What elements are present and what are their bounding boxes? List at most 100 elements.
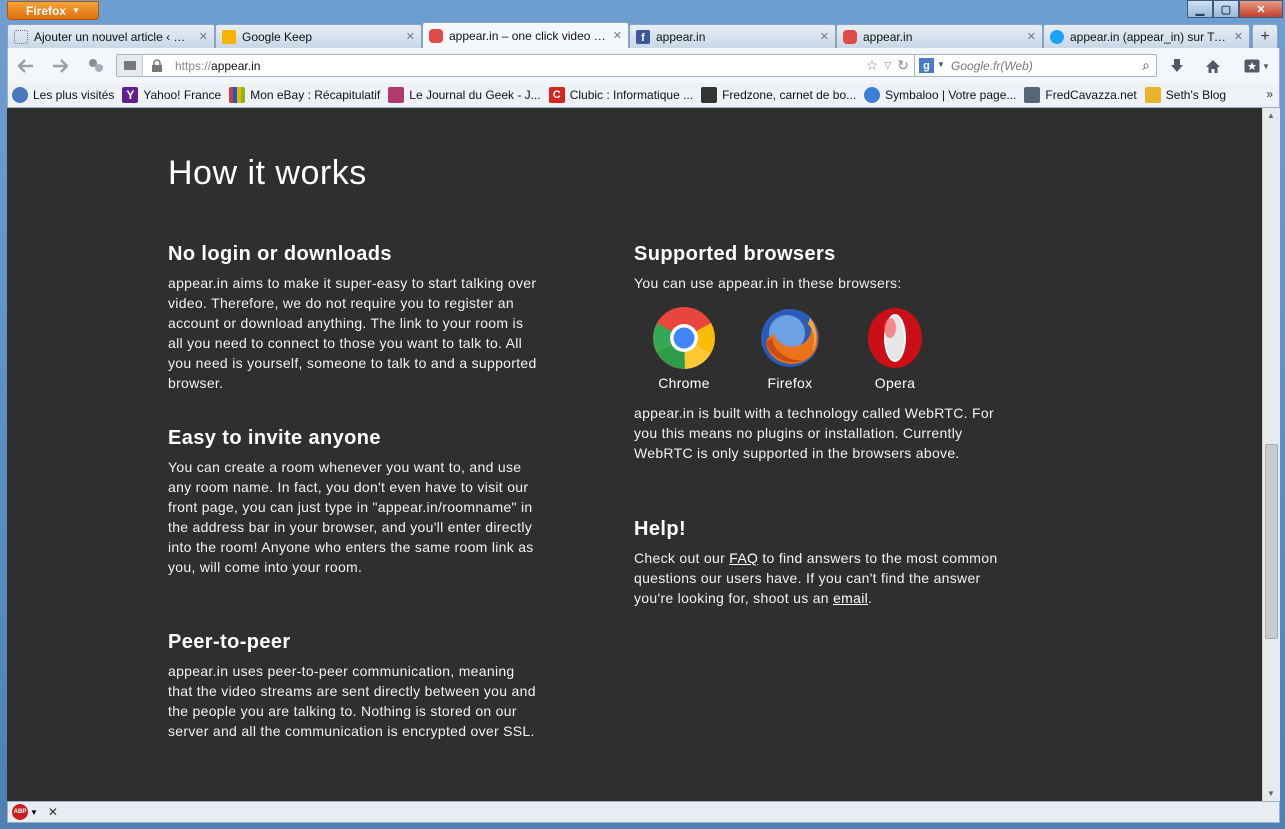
journal-du-geek-icon [388,87,405,103]
section-no-login: No login or downloads appear.in aims to … [168,243,540,393]
section-easy-invite: Easy to invite anyone You can create a r… [168,427,540,577]
scroll-up-arrow-icon[interactable]: ▲ [1267,111,1275,120]
facebook-icon: f [636,29,650,44]
section-body: appear.in is built with a technology cal… [634,405,994,461]
browser-firefox: Firefox [745,306,835,391]
section-heading: Peer-to-peer [168,631,291,653]
tab-close-icon[interactable]: ✕ [1027,30,1036,43]
google-engine-icon[interactable]: g [919,58,934,73]
bookmark-label: Symbaloo | Votre page... [885,88,1017,102]
downloads-button[interactable] [1166,56,1188,76]
bookmark-symbaloo[interactable]: Symbaloo | Votre page... [860,87,1020,103]
close-window-button[interactable]: ✕ [1239,0,1283,18]
tab-close-icon[interactable]: ✕ [613,29,622,42]
tab-appear-in-facebook[interactable]: f appear.in ✕ [629,24,836,48]
reload-icon[interactable]: ↻ [897,57,909,74]
yahoo-icon: Y [122,87,139,103]
star-bookmark-icon[interactable]: ☆ [866,57,879,74]
page-content: How it works No login or downloads appea… [7,108,1262,801]
bookmarks-menu-button[interactable]: ▼ [1240,56,1274,76]
section-help: Help! Check out our FAQ to find answers … [634,518,1014,608]
tab-label: appear.in – one click video c... [449,28,607,43]
tab-label: appear.in [863,29,913,44]
fredzone-icon [701,87,718,103]
search-bar[interactable]: g ▼ Google.fr(Web) ⌕ [914,54,1157,77]
tab-close-icon[interactable]: ✕ [199,30,208,43]
section-body: You can create a room whenever you want … [168,459,534,575]
tab-close-icon[interactable]: ✕ [1234,30,1243,43]
bookmark-fredcavazza[interactable]: FredCavazza.net [1020,87,1140,103]
clubic-icon: C [548,87,565,103]
engine-caret-icon[interactable]: ▼ [937,60,945,69]
tab-appear-in-2[interactable]: appear.in ✕ [836,24,1043,48]
home-button[interactable] [1202,56,1224,76]
help-text-3: . [868,590,873,606]
navigation-toolbar: https://appear.in ☆ ▽ ↻ g ▼ Google.fr(We… [7,48,1280,83]
section-body: Check out our FAQ to find answers to the… [634,548,1014,608]
maximize-button[interactable]: ▢ [1213,0,1239,18]
forward-button[interactable] [50,56,70,76]
section-intro: You can use appear.in in these browsers: [634,275,902,291]
bookmark-mon-ebay[interactable]: Mon eBay : Récapitulatif [225,87,384,103]
bookmark-fredzone[interactable]: Fredzone, carnet de bo... [697,87,860,103]
firefox-menu-button[interactable]: Firefox ▼ [7,1,99,20]
tab-label: appear.in (appear_in) sur Twi... [1070,29,1228,44]
firefox-icon [761,309,819,367]
bookmark-label: Les plus visités [33,88,115,102]
firefox-menu-label: Firefox [26,3,67,18]
search-icon[interactable]: ⌕ [1142,57,1150,74]
bookmark-seths-blog[interactable]: Seth's Blog [1141,87,1230,103]
adblock-plus-button[interactable]: ABP ▼ [12,804,38,820]
lock-icon [152,59,162,72]
scroll-down-arrow-icon[interactable]: ▼ [1267,789,1275,798]
section-heading: Help! [634,518,686,540]
identity-icon [124,61,136,70]
bookmark-les-plus-visites[interactable]: Les plus visités [8,87,118,103]
bookmark-label: Clubic : Informatique ... [569,88,694,102]
site-identity-button[interactable] [117,55,143,76]
bookmark-clubic[interactable]: C Clubic : Informatique ... [545,87,697,103]
url-history-dropdown-icon[interactable]: ▽ [884,57,891,74]
tab-google-keep[interactable]: Google Keep ✕ [215,24,422,48]
vertical-scrollbar[interactable]: ▲ ▼ [1262,108,1280,801]
address-bar[interactable]: https://appear.in ☆ ▽ ↻ [116,54,916,77]
addon-button[interactable] [86,56,106,76]
bookmark-label: Le Journal du Geek - J... [409,88,541,102]
bookmark-journal-du-geek[interactable]: Le Journal du Geek - J... [384,87,544,103]
adblock-plus-icon: ABP [12,804,28,820]
back-button[interactable] [16,56,36,76]
tab-appear-in-active[interactable]: appear.in – one click video c... ✕ [422,22,629,48]
bookmarks-overflow-chevron-icon[interactable]: » [1266,87,1273,101]
bookmark-label: Seth's Blog [1165,88,1227,102]
tab-twitter[interactable]: appear.in (appear_in) sur Twi... ✕ [1043,24,1250,48]
close-addon-bar-icon[interactable]: ✕ [48,805,58,819]
home-icon [1206,59,1220,73]
tab-close-icon[interactable]: ✕ [406,30,415,43]
help-text-1: Check out our [634,550,730,566]
tab-close-icon[interactable]: ✕ [820,30,829,43]
minimize-button[interactable]: ▁ [1187,0,1213,18]
section-peer-to-peer: Peer-to-peer appear.in uses peer-to-peer… [168,631,540,741]
chevron-down-icon: ▼ [30,807,38,817]
browser-opera: Opera [850,306,940,391]
appear-in-icon [843,29,857,44]
section-body: appear.in aims to make it super-easy to … [168,275,537,391]
browser-chrome: Chrome [639,306,729,391]
bookmark-label: Yahoo! France [143,88,222,102]
seths-blog-icon [1144,87,1161,103]
browser-label: Chrome [658,375,710,391]
faq-link[interactable]: FAQ [729,550,758,566]
chevron-down-icon: ▼ [1262,61,1270,71]
title-bar: Firefox ▼ ▁ ▢ ✕ [0,0,1285,22]
tab-strip: Ajouter un nouvel article ‹ XY... ✕ Goog… [7,22,1280,48]
section-supported-browsers: Supported browsers You can use appear.in… [634,243,1014,293]
email-link[interactable]: email [833,590,868,606]
forward-arrow-icon [53,59,68,73]
browser-label: Opera [874,375,916,391]
tab-label: Google Keep [242,29,313,44]
new-tab-button[interactable]: + [1252,24,1278,48]
tab-ajouter-article[interactable]: Ajouter un nouvel article ‹ XY... ✕ [7,24,215,48]
scrollbar-thumb[interactable] [1265,444,1278,639]
url-text[interactable]: https://appear.in [175,59,260,73]
bookmark-yahoo-france[interactable]: Y Yahoo! France [118,87,225,103]
